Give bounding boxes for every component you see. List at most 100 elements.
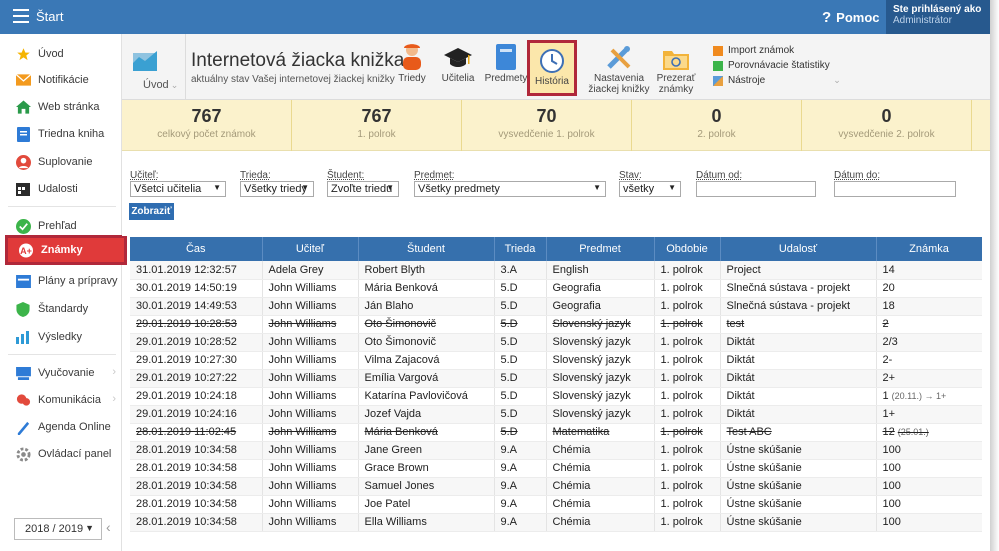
page-shadow — [990, 0, 999, 551]
sidebar-item-notifikacie[interactable]: Notifikácie — [0, 67, 122, 93]
sidebar-item-standardy[interactable]: Štandardy — [0, 296, 122, 322]
table-row[interactable]: 29.01.2019 10:27:30 John Williams Vilma Za… — [130, 351, 982, 370]
table-row[interactable]: 29.01.2019 10:27:22 John Williams Emília V… — [130, 369, 982, 388]
import-link[interactable]: Import známok — [713, 43, 841, 58]
table-row[interactable]: 30.01.2019 14:49:53 John Williams Ján Blah… — [130, 297, 982, 316]
table-row[interactable]: 29.01.2019 10:24:16 John Williams Jozef Va… — [130, 405, 982, 424]
star-icon — [15, 46, 31, 62]
tool-triedy[interactable]: Triedy — [394, 40, 430, 96]
cell-time: 29.01.2019 10:28:53 — [130, 315, 263, 334]
cell-time: 28.01.2019 10:34:58 — [130, 477, 263, 496]
app-title[interactable]: Štart — [36, 9, 63, 24]
hamburger-menu-icon[interactable] — [13, 9, 29, 23]
school-year-select[interactable]: 2018 / 2019 ▼ — [14, 518, 102, 540]
cell-subject: Slovenský jazyk — [546, 315, 655, 334]
cell-teacher: John Williams — [262, 333, 359, 352]
column-header[interactable]: Učiteľ — [262, 237, 359, 261]
table-row[interactable]: 28.01.2019 10:34:58 John Williams Grace Br… — [130, 459, 982, 478]
chevron-down-icon: ▼ — [85, 523, 94, 533]
help-link[interactable]: ? Pomoc — [822, 9, 880, 26]
calendar-icon — [15, 181, 31, 197]
cell-class: 9.A — [494, 477, 547, 496]
table-row[interactable]: 31.01.2019 12:32:57 Adela Grey Robert Blyt… — [130, 261, 982, 280]
cell-teacher: John Williams — [262, 513, 359, 532]
sidebar-item-komunikacia[interactable]: Komunikácia › — [0, 387, 122, 413]
column-header[interactable]: Známka — [876, 237, 982, 261]
stats-link[interactable]: Porovnávacie štatistiky — [713, 58, 841, 73]
sidebar-item-vysledky[interactable]: Výsledky — [0, 324, 122, 350]
chevron-down-icon: ⌄ — [833, 75, 841, 85]
table-row[interactable]: 29.01.2019 10:24:18 John Williams Katarína… — [130, 387, 982, 406]
tools-dropdown[interactable]: Nástroje ⌄ — [713, 73, 841, 88]
column-header[interactable]: Obdobie — [654, 237, 721, 261]
sidebar-item-znamky[interactable]: A+ Známky — [5, 235, 127, 265]
cell-class: 5.D — [494, 297, 547, 316]
cell-event: Diktát — [720, 333, 877, 352]
cell-class: 3.A — [494, 261, 547, 280]
table-row[interactable]: 29.01.2019 10:28:53 John Williams Oto Šimo… — [130, 315, 982, 334]
table-row[interactable]: 30.01.2019 14:50:19 John Williams Mária Be… — [130, 279, 982, 298]
table-row[interactable]: 28.01.2019 10:34:58 John Williams Jane Gre… — [130, 441, 982, 460]
tool-historia[interactable]: História — [527, 40, 577, 96]
plan-icon — [15, 273, 31, 289]
cell-teacher: Adela Grey — [262, 261, 359, 280]
class-select[interactable]: Všetky triedy ▼ — [240, 181, 314, 197]
subject-select[interactable]: Všetky predmety ▼ — [414, 181, 606, 197]
table-row[interactable]: 28.01.2019 10:34:58 John Williams Joe Pate… — [130, 495, 982, 514]
cell-period: 1. polrok — [654, 387, 721, 406]
column-header[interactable]: Študent — [358, 237, 495, 261]
sidebar-item-triedna-kniha[interactable]: Triedna kniha — [0, 121, 122, 147]
table-row[interactable]: 28.01.2019 11:02:45 John Williams Mária Be… — [130, 423, 982, 442]
cell-class: 5.D — [494, 315, 547, 334]
user-info[interactable]: Ste prihlásený ako Administrátor — [886, 0, 990, 34]
cell-time: 29.01.2019 10:27:22 — [130, 369, 263, 388]
cell-teacher: John Williams — [262, 279, 359, 298]
tool-prezerat[interactable]: Prezerať známky — [654, 40, 698, 96]
tool-predmety[interactable]: Predmety — [484, 40, 528, 96]
column-header[interactable]: Trieda — [494, 237, 547, 261]
tool-nastavenia[interactable]: Nastavenia žiackej knižky — [588, 40, 650, 96]
student-select[interactable]: Zvoľte triedu ▼ — [327, 181, 399, 197]
breadcrumb[interactable]: Úvod ⌄ — [122, 34, 186, 100]
sidebar-item-ovladaci-panel[interactable]: Ovládací panel — [0, 441, 122, 467]
date-from-input[interactable] — [696, 181, 816, 197]
sidebar-item-suplovanie[interactable]: Suplovanie — [0, 149, 122, 175]
cell-period: 1. polrok — [654, 423, 721, 442]
table-row[interactable]: 28.01.2019 10:34:58 John Williams Ella Wil… — [130, 513, 982, 532]
sidebar-item-uvod[interactable]: Úvod — [0, 41, 122, 67]
bar-chart-icon — [15, 329, 31, 345]
sidebar-item-vyucovanie[interactable]: Vyučovanie › — [0, 360, 122, 386]
sidebar-item-agenda[interactable]: Agenda Online — [0, 414, 122, 440]
cell-class: 5.D — [494, 279, 547, 298]
sidebar-item-label: Suplovanie — [38, 156, 93, 168]
tool-ucitelia[interactable]: Učitelia — [436, 40, 480, 96]
cell-teacher: John Williams — [262, 405, 359, 424]
tool-label: Triedy — [398, 73, 426, 84]
sidebar-item-label: Známky — [41, 244, 83, 256]
date-to-input[interactable] — [834, 181, 956, 197]
column-header[interactable]: Čas — [130, 237, 263, 261]
state-select[interactable]: všetky ▼ — [619, 181, 681, 197]
cell-subject: Chémia — [546, 495, 655, 514]
sidebar-item-label: Prehľad — [38, 220, 77, 232]
table-row[interactable]: 29.01.2019 10:28:52 John Williams Oto Šimo… — [130, 333, 982, 352]
column-header[interactable]: Predmet — [546, 237, 655, 261]
sidebar-item-udalosti[interactable]: Udalosti — [0, 176, 122, 202]
filter-label: Študent: — [327, 170, 365, 181]
cell-student: Oto Šimonovič — [358, 315, 495, 334]
cell-teacher: John Williams — [262, 477, 359, 496]
filters: Učiteľ: Všetci učitelia ▼ Trieda: Všetky … — [122, 151, 990, 236]
sidebar-item-web[interactable]: Web stránka — [0, 94, 122, 120]
sidebar-item-plany[interactable]: Plány a prípravy — [0, 268, 122, 294]
cell-grade: 20 — [876, 279, 982, 298]
show-button[interactable]: Zobraziť — [129, 203, 174, 220]
collapse-sidebar-icon[interactable]: ‹ — [106, 519, 111, 535]
table-row[interactable]: 28.01.2019 10:34:58 John Williams Samuel J… — [130, 477, 982, 496]
cell-period: 1. polrok — [654, 459, 721, 478]
sidebar-divider — [8, 354, 116, 355]
cell-period: 1. polrok — [654, 495, 721, 514]
teacher-select[interactable]: Všetci učitelia ▼ — [130, 181, 226, 197]
tool-label: História — [535, 76, 569, 87]
cell-subject: Matematika — [546, 423, 655, 442]
column-header[interactable]: Udalosť — [720, 237, 877, 261]
